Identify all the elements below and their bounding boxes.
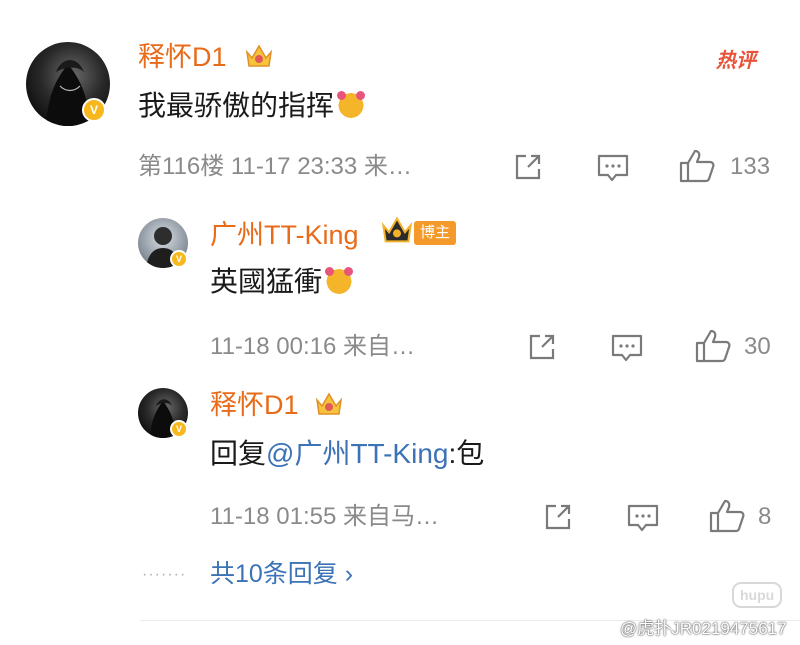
reply-prefix: 回复 — [210, 438, 267, 469]
avatar[interactable]: V — [26, 42, 110, 126]
reply-text: 英國猛衝 — [210, 264, 355, 300]
reply-meta: 11-18 01:55 来自马… — [210, 503, 439, 530]
like-icon[interactable] — [708, 498, 746, 534]
hupu-logo: hupu — [732, 582, 783, 608]
verified-icon: V — [170, 420, 188, 438]
comment-icon[interactable] — [610, 332, 644, 364]
comment-icon[interactable] — [596, 152, 630, 184]
more-replies-dots: ······· — [142, 566, 187, 583]
share-icon[interactable] — [542, 501, 574, 533]
hot-comment-tag: 热评 — [716, 50, 756, 72]
comment-icon[interactable] — [626, 502, 660, 534]
more-replies-link[interactable]: 共10条回复 › — [210, 558, 353, 590]
like-count: 30 — [744, 333, 771, 360]
verified-icon: V — [82, 98, 106, 122]
reply-text: 回复@广州TT-King:包 — [210, 436, 484, 472]
reply-meta: 11-18 00:16 来自… — [210, 333, 415, 360]
like-icon[interactable] — [694, 328, 732, 364]
comment-text-content: 我最骄傲的指挥 — [138, 90, 335, 121]
emoji-icon — [336, 89, 367, 119]
like-icon[interactable] — [678, 148, 716, 184]
reply-text-content: 英國猛衝 — [210, 266, 323, 297]
like-count: 8 — [758, 503, 772, 530]
author-badge: 博主 — [414, 221, 457, 245]
share-icon[interactable] — [526, 331, 558, 363]
comment-text: 我最骄傲的指挥 — [138, 88, 367, 124]
reply-rest: :包 — [448, 438, 485, 469]
reply-username[interactable]: 广州TT-King — [210, 218, 359, 252]
comment-username[interactable]: 释怀D1 — [138, 40, 227, 74]
watermark: @虎扑JR0219475617 — [620, 619, 787, 638]
crown-icon — [381, 216, 413, 243]
comment-meta: 第116楼 11-17 23:33 来… — [138, 153, 412, 180]
verified-icon: V — [170, 250, 188, 268]
like-count: 133 — [730, 153, 771, 180]
mention-link[interactable]: @广州TT-King — [266, 438, 448, 469]
share-icon[interactable] — [512, 151, 544, 183]
avatar[interactable]: V — [138, 388, 188, 438]
avatar[interactable]: V — [138, 218, 188, 268]
crown-icon — [245, 44, 273, 67]
crown-icon — [315, 392, 343, 415]
emoji-icon — [324, 265, 355, 295]
reply-username[interactable]: 释怀D1 — [210, 388, 299, 422]
